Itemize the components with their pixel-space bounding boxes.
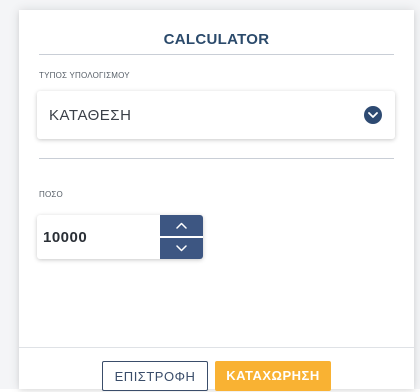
save-button[interactable]: ΚΑΤΑΧΩΡΗΣΗ [215,361,331,391]
chevron-up-icon [176,222,187,229]
calc-type-select[interactable]: ΚΑΤΑΘΕΣΗ [37,91,395,139]
calc-type-value: ΚΑΤΑΘΕΣΗ [49,107,132,124]
title-divider [39,54,394,55]
decrement-button[interactable] [160,238,203,259]
increment-button[interactable] [160,215,203,236]
calculator-panel: CALCULATOR ΤΥΠΟΣ ΥΠΟΛΟΓΙΣΜΟΥ ΚΑΤΑΘΕΣΗ ΠΟ… [19,10,414,391]
amount-input[interactable]: 10000 [37,215,203,259]
chevron-down-icon [176,245,187,252]
footer-divider [19,347,414,348]
amount-label: ΠΟΣΟ [39,190,63,199]
back-button[interactable]: ΕΠΙΣΤΡΟΦΗ [102,361,208,391]
section-divider [39,158,394,159]
chevron-down-icon[interactable] [364,106,382,124]
amount-value[interactable]: 10000 [43,229,87,246]
panel-title: CALCULATOR [163,31,270,48]
amount-stepper [160,215,203,259]
calc-type-label: ΤΥΠΟΣ ΥΠΟΛΟΓΙΣΜΟΥ [39,71,130,80]
